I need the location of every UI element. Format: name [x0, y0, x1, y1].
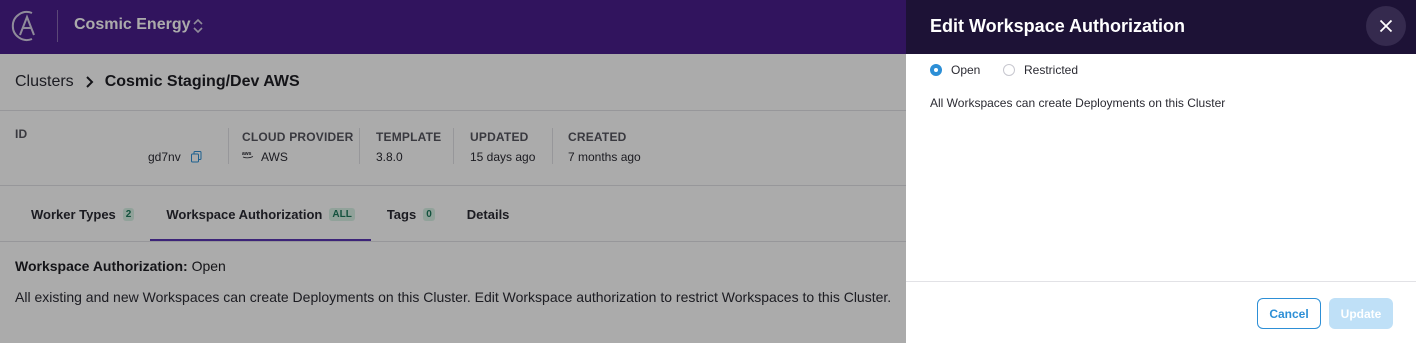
update-button[interactable]: Update — [1329, 298, 1393, 329]
close-button[interactable] — [1366, 6, 1406, 46]
radio-button-checked[interactable] — [930, 64, 942, 76]
modal-backdrop[interactable] — [0, 0, 906, 343]
radio-button[interactable] — [1003, 64, 1015, 76]
radio-option-restricted[interactable]: Restricted — [1003, 63, 1078, 77]
drawer-description: All Workspaces can create Deployments on… — [930, 96, 1226, 110]
radio-label: Open — [951, 63, 981, 77]
drawer-footer-divider — [906, 281, 1416, 282]
close-icon — [1379, 19, 1393, 33]
radio-label: Restricted — [1024, 63, 1079, 77]
drawer-title: Edit Workspace Authorization — [930, 16, 1186, 36]
cancel-button[interactable]: Cancel — [1257, 298, 1321, 329]
radio-option-open[interactable]: Open — [930, 63, 980, 77]
edit-workspace-authorization-drawer: Edit Workspace Authorization Open Restri… — [906, 0, 1416, 343]
drawer-header: Edit Workspace Authorization — [906, 0, 1416, 54]
